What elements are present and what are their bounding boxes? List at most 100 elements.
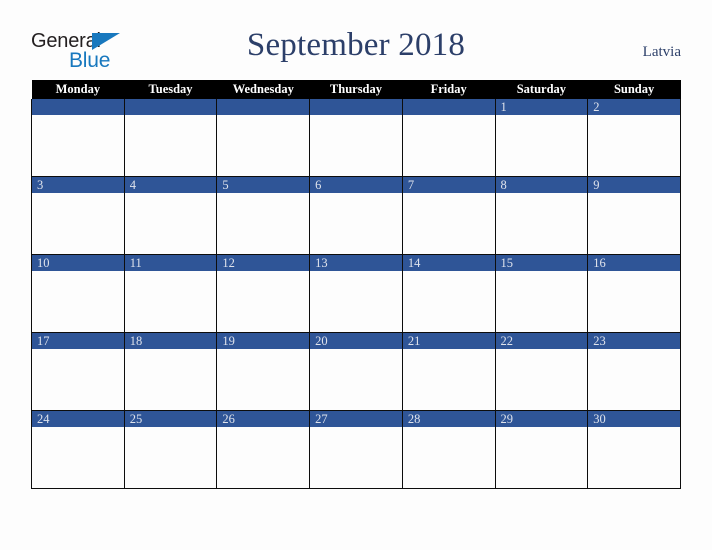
day-number: 4 xyxy=(124,177,217,193)
calendar-day-cell[interactable]: 24 xyxy=(31,410,125,489)
day-number: 1 xyxy=(495,99,588,115)
calendar-day-cell[interactable]: 30 xyxy=(587,410,681,489)
day-events-area[interactable] xyxy=(496,193,588,253)
day-events-area[interactable] xyxy=(310,271,402,331)
day-events-area[interactable] xyxy=(32,349,124,409)
calendar-day-cell[interactable]: 1 xyxy=(494,99,589,177)
day-events-area[interactable] xyxy=(496,427,588,487)
day-number: 28 xyxy=(402,411,495,427)
day-number: 2 xyxy=(588,99,680,115)
day-number: 14 xyxy=(402,255,495,271)
day-events-area[interactable] xyxy=(125,271,217,331)
calendar-day-cell[interactable] xyxy=(31,99,125,177)
calendar-day-cell[interactable]: 4 xyxy=(123,176,218,255)
day-events-area[interactable] xyxy=(32,193,124,253)
page-header: General Blue September 2018 Latvia xyxy=(31,27,681,75)
day-number xyxy=(32,99,124,115)
calendar-day-cell[interactable]: 19 xyxy=(216,332,311,411)
day-events-area[interactable] xyxy=(496,271,588,331)
day-number: 20 xyxy=(310,333,402,349)
calendar-day-cell[interactable] xyxy=(123,99,218,177)
day-number: 5 xyxy=(217,177,310,193)
day-number xyxy=(402,99,495,115)
day-events-area[interactable] xyxy=(310,115,402,175)
calendar-day-cell[interactable]: 15 xyxy=(494,254,589,333)
weekday-header-tuesday: Tuesday xyxy=(124,80,217,99)
calendar-day-cell[interactable]: 20 xyxy=(309,332,403,411)
day-events-area[interactable] xyxy=(588,193,680,253)
calendar-day-cell[interactable]: 3 xyxy=(31,176,125,255)
day-number: 6 xyxy=(310,177,402,193)
calendar-day-cell[interactable]: 13 xyxy=(309,254,403,333)
calendar-day-cell[interactable]: 25 xyxy=(123,410,218,489)
weekday-header-row: Monday Tuesday Wednesday Thursday Friday… xyxy=(31,80,681,99)
day-events-area[interactable] xyxy=(32,115,124,175)
day-events-area[interactable] xyxy=(403,115,495,175)
calendar-day-cell[interactable]: 28 xyxy=(401,410,496,489)
calendar-day-cell[interactable]: 8 xyxy=(494,176,589,255)
calendar-week-row: 3 4 5 6 7 8 9 xyxy=(31,176,681,255)
day-events-area[interactable] xyxy=(496,349,588,409)
day-events-area[interactable] xyxy=(217,193,309,253)
day-number: 17 xyxy=(32,333,124,349)
day-number: 3 xyxy=(32,177,124,193)
calendar-day-cell[interactable]: 9 xyxy=(587,176,681,255)
calendar-day-cell[interactable]: 21 xyxy=(401,332,496,411)
calendar-day-cell[interactable]: 12 xyxy=(216,254,311,333)
calendar-day-cell[interactable]: 29 xyxy=(494,410,589,489)
day-events-area[interactable] xyxy=(217,349,309,409)
calendar-body: 1 2 3 4 5 6 7 8 9 10 11 12 13 14 15 16 1… xyxy=(31,99,681,489)
day-events-area[interactable] xyxy=(403,193,495,253)
calendar-day-cell[interactable]: 22 xyxy=(494,332,589,411)
day-events-area[interactable] xyxy=(588,115,680,175)
calendar-day-cell[interactable]: 26 xyxy=(216,410,311,489)
day-number: 8 xyxy=(495,177,588,193)
calendar-day-cell[interactable]: 6 xyxy=(309,176,403,255)
day-events-area[interactable] xyxy=(125,349,217,409)
calendar-day-cell[interactable]: 23 xyxy=(587,332,681,411)
calendar-day-cell[interactable]: 16 xyxy=(587,254,681,333)
day-events-area[interactable] xyxy=(403,349,495,409)
day-number: 25 xyxy=(124,411,217,427)
day-events-area[interactable] xyxy=(496,115,588,175)
day-events-area[interactable] xyxy=(125,427,217,487)
day-number: 23 xyxy=(588,333,680,349)
calendar-day-cell[interactable] xyxy=(309,99,403,177)
calendar-week-row: 10 11 12 13 14 15 16 xyxy=(31,254,681,333)
day-events-area[interactable] xyxy=(32,427,124,487)
weekday-header-monday: Monday xyxy=(31,80,125,99)
calendar-day-cell[interactable]: 10 xyxy=(31,254,125,333)
day-events-area[interactable] xyxy=(310,349,402,409)
calendar-day-cell[interactable]: 27 xyxy=(309,410,403,489)
calendar-day-cell[interactable]: 2 xyxy=(587,99,681,177)
day-events-area[interactable] xyxy=(588,427,680,487)
day-number: 24 xyxy=(32,411,124,427)
day-events-area[interactable] xyxy=(403,427,495,487)
calendar-day-cell[interactable] xyxy=(401,99,496,177)
calendar-day-cell[interactable]: 5 xyxy=(216,176,311,255)
day-events-area[interactable] xyxy=(125,115,217,175)
calendar-week-row: 24 25 26 27 28 29 30 xyxy=(31,410,681,489)
weekday-header-wednesday: Wednesday xyxy=(216,80,310,99)
calendar-day-cell[interactable]: 17 xyxy=(31,332,125,411)
day-events-area[interactable] xyxy=(217,115,309,175)
day-events-area[interactable] xyxy=(217,271,309,331)
calendar-week-row: 17 18 19 20 21 22 23 xyxy=(31,332,681,411)
day-number: 16 xyxy=(588,255,680,271)
calendar-day-cell[interactable]: 11 xyxy=(123,254,218,333)
calendar-day-cell[interactable]: 7 xyxy=(401,176,496,255)
weekday-header-sunday: Sunday xyxy=(587,80,681,99)
day-events-area[interactable] xyxy=(588,271,680,331)
day-events-area[interactable] xyxy=(588,349,680,409)
day-events-area[interactable] xyxy=(217,427,309,487)
day-events-area[interactable] xyxy=(310,427,402,487)
day-events-area[interactable] xyxy=(310,193,402,253)
calendar-day-cell[interactable]: 14 xyxy=(401,254,496,333)
day-events-area[interactable] xyxy=(403,271,495,331)
calendar-day-cell[interactable]: 18 xyxy=(123,332,218,411)
day-events-area[interactable] xyxy=(32,271,124,331)
day-events-area[interactable] xyxy=(125,193,217,253)
calendar-header-row: Monday Tuesday Wednesday Thursday Friday… xyxy=(31,80,681,99)
calendar-day-cell[interactable] xyxy=(216,99,311,177)
day-number: 18 xyxy=(124,333,217,349)
